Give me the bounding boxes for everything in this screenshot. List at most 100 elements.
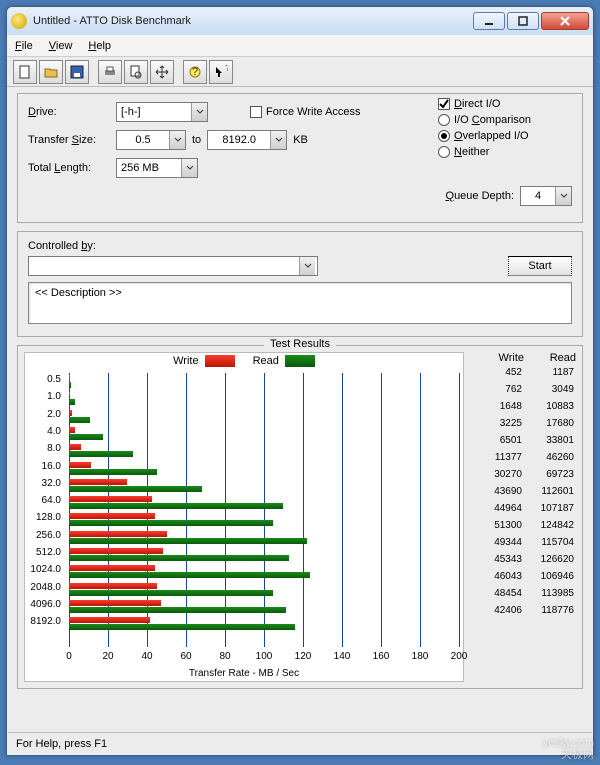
chevron-down-icon[interactable] xyxy=(191,103,207,121)
write-bar xyxy=(69,462,91,468)
y-tick-label: 64.0 xyxy=(25,495,65,506)
x-tick-label: 120 xyxy=(295,651,312,662)
x-tick-label: 100 xyxy=(256,651,273,662)
chevron-down-icon[interactable] xyxy=(555,187,571,205)
description-box[interactable]: << Description >> xyxy=(28,282,572,324)
maximize-button[interactable] xyxy=(507,12,539,30)
ts-to-value[interactable] xyxy=(208,131,270,149)
table-row: 44964107187 xyxy=(472,500,576,517)
ts-from-select[interactable] xyxy=(116,130,186,150)
chevron-down-icon[interactable] xyxy=(181,159,197,177)
x-tick-label: 60 xyxy=(180,651,191,662)
write-bar xyxy=(69,496,152,502)
menu-file[interactable]: File xyxy=(15,40,33,52)
read-bar xyxy=(69,417,90,423)
read-bar xyxy=(69,486,202,492)
controlled-by-group: Controlled by: Start << Description >> xyxy=(17,231,583,337)
io-comparison-label: I/O Comparison xyxy=(454,114,531,126)
write-bar xyxy=(69,565,155,571)
table-row: 1137746260 xyxy=(472,449,576,466)
write-bar xyxy=(69,548,163,554)
queue-depth-select[interactable] xyxy=(520,186,572,206)
table-row: 4521187 xyxy=(472,364,576,381)
context-help-button[interactable]: ? xyxy=(209,60,233,84)
table-row: 322517680 xyxy=(472,415,576,432)
menu-help[interactable]: Help xyxy=(88,40,111,52)
save-button[interactable] xyxy=(65,60,89,84)
to-label: to xyxy=(192,134,201,146)
io-comparison-radio[interactable]: I/O Comparison xyxy=(438,114,531,126)
table-row: 49344115704 xyxy=(472,534,576,551)
chevron-down-icon[interactable] xyxy=(169,131,185,149)
read-bar xyxy=(69,503,283,509)
chevron-down-icon[interactable] xyxy=(299,257,315,275)
x-tick-label: 160 xyxy=(373,651,390,662)
y-tick-label: 32.0 xyxy=(25,478,65,489)
print-button[interactable] xyxy=(98,60,122,84)
x-tick-label: 200 xyxy=(451,651,468,662)
write-bar xyxy=(69,583,157,589)
total-length-value[interactable] xyxy=(117,159,181,177)
direct-io-checkbox[interactable]: Direct I/O xyxy=(438,98,531,110)
minimize-button[interactable] xyxy=(473,12,505,30)
read-bar xyxy=(69,382,71,388)
read-bar xyxy=(69,624,295,630)
y-tick-label: 16.0 xyxy=(25,461,65,472)
chevron-down-icon[interactable] xyxy=(270,131,286,149)
y-tick-label: 0.5 xyxy=(25,374,65,385)
neither-radio[interactable]: Neither xyxy=(438,146,531,158)
table-row: 46043106946 xyxy=(472,568,576,585)
read-bar xyxy=(69,572,310,578)
ts-from-value[interactable] xyxy=(117,131,169,149)
radio-icon xyxy=(438,130,450,142)
table-row: 45343126620 xyxy=(472,551,576,568)
about-button[interactable]: ? xyxy=(183,60,207,84)
controlled-by-select[interactable] xyxy=(28,256,318,276)
start-button[interactable]: Start xyxy=(508,256,572,276)
ts-to-select[interactable] xyxy=(207,130,287,150)
read-bar xyxy=(69,434,103,440)
force-write-label: Force Write Access xyxy=(266,106,361,118)
kb-label: KB xyxy=(293,134,308,146)
queue-depth-label: Queue Depth: xyxy=(446,190,515,202)
checkbox-icon xyxy=(250,106,262,118)
app-icon xyxy=(11,13,27,29)
total-length-label: Total Length: xyxy=(28,162,110,174)
test-results-group: Test Results Write Read 0204060801001201… xyxy=(17,345,583,689)
read-col-header: Read xyxy=(524,352,576,364)
table-row: 650133801 xyxy=(472,432,576,449)
drive-value[interactable] xyxy=(117,103,191,121)
drive-select[interactable] xyxy=(116,102,208,122)
new-button[interactable] xyxy=(13,60,37,84)
read-bar xyxy=(69,607,286,613)
queue-depth-value[interactable] xyxy=(521,187,555,205)
x-tick-label: 0 xyxy=(66,651,72,662)
read-legend-label: Read xyxy=(253,355,279,367)
menu-view[interactable]: View xyxy=(49,40,73,52)
x-tick-label: 20 xyxy=(102,651,113,662)
force-write-checkbox[interactable]: Force Write Access xyxy=(250,106,361,118)
write-legend-label: Write xyxy=(173,355,198,367)
overlapped-io-radio[interactable]: Overlapped I/O xyxy=(438,130,531,142)
watermark: yesky.com 天极网 xyxy=(543,737,594,761)
open-button[interactable] xyxy=(39,60,63,84)
settings-group: Drive: Force Write Access Transfer Size: xyxy=(17,93,583,223)
close-button[interactable] xyxy=(541,12,589,30)
print-preview-button[interactable] xyxy=(124,60,148,84)
total-length-select[interactable] xyxy=(116,158,198,178)
write-bar xyxy=(69,600,161,606)
table-row: 42406118776 xyxy=(472,602,576,619)
read-bar xyxy=(69,451,133,457)
checkbox-icon xyxy=(438,98,450,110)
y-tick-label: 256.0 xyxy=(25,530,65,541)
titlebar[interactable]: Untitled - ATTO Disk Benchmark xyxy=(7,7,593,35)
test-results-legend: Test Results xyxy=(264,338,336,350)
move-button[interactable] xyxy=(150,60,174,84)
y-tick-label: 4096.0 xyxy=(25,599,65,610)
x-tick-label: 80 xyxy=(219,651,230,662)
x-tick-label: 140 xyxy=(334,651,351,662)
table-row: 48454113985 xyxy=(472,585,576,602)
menubar: File View Help xyxy=(7,35,593,57)
read-bar xyxy=(69,555,289,561)
controlled-by-value[interactable] xyxy=(29,257,299,275)
